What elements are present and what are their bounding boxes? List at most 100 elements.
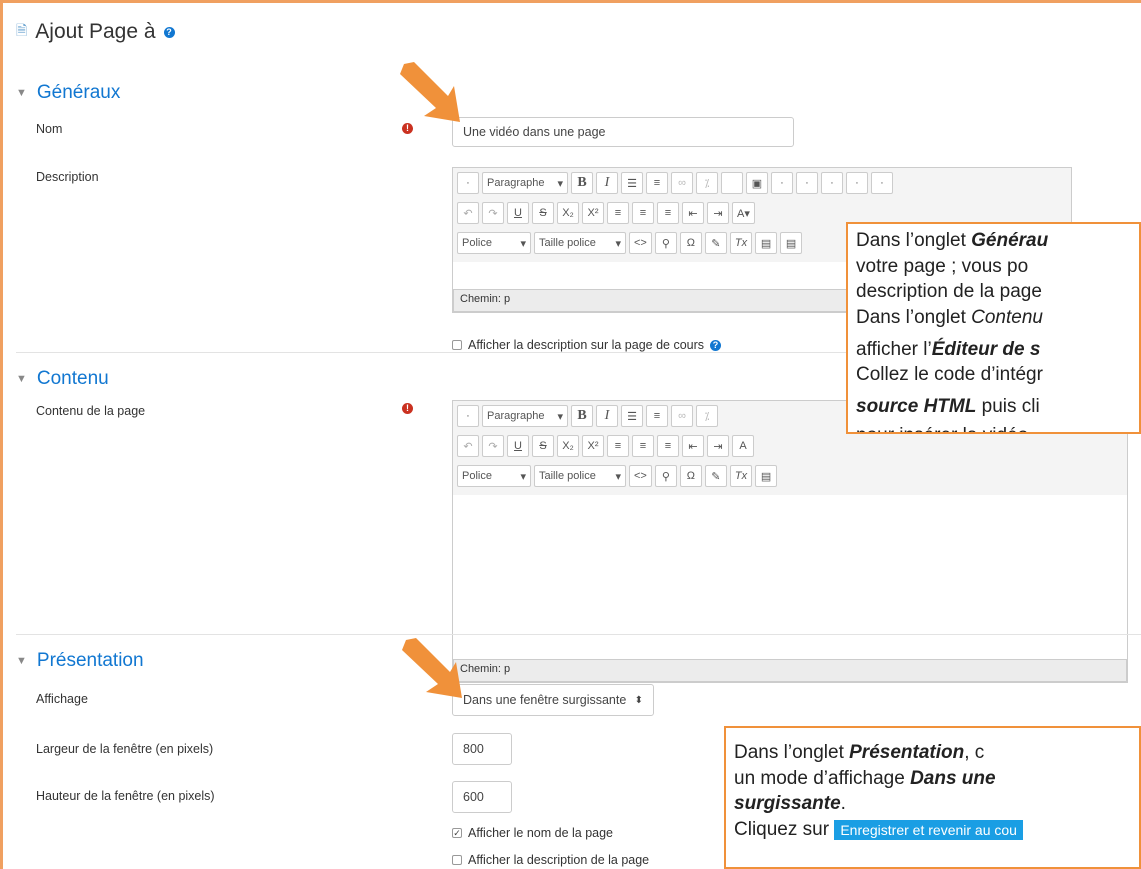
bold-button[interactable]: B xyxy=(571,172,593,194)
toolbar-button[interactable]: · xyxy=(821,172,843,194)
numbered-list-button[interactable]: ≡ xyxy=(646,405,668,427)
section-content-toggle[interactable]: ▼ Contenu xyxy=(16,368,109,390)
numbered-list-button[interactable]: ≡ xyxy=(646,172,668,194)
pointer-arrow-icon xyxy=(402,638,462,698)
font-size-select[interactable]: Taille police ▾ xyxy=(534,465,626,487)
width-input[interactable]: 800 xyxy=(452,733,512,765)
width-label: Largeur de la fenêtre (en pixels) xyxy=(36,742,214,756)
callout-text: afficher l’ xyxy=(856,338,932,360)
select-arrows-icon: ⬍ xyxy=(634,694,643,706)
show-description-checkbox-row[interactable]: Afficher la description sur la page de c… xyxy=(452,338,722,352)
toolbar-button[interactable]: · xyxy=(796,172,818,194)
align-left-icon[interactable]: ≡ xyxy=(607,435,629,457)
paragraph-select[interactable]: Paragraphe ▾ xyxy=(482,405,568,427)
content-text-area[interactable] xyxy=(453,495,1127,660)
callout-text: Collez le code d’intégr xyxy=(856,364,1043,386)
paste-icon[interactable]: ▤ xyxy=(755,465,778,487)
empty-button[interactable] xyxy=(721,172,743,194)
unlink-icon[interactable]: ⁒ xyxy=(696,405,718,427)
align-left-icon[interactable]: ≡ xyxy=(607,202,629,224)
redo-icon[interactable]: ↷ xyxy=(482,435,504,457)
char-map-icon[interactable]: Ω xyxy=(679,232,702,254)
html-source-button[interactable]: <> xyxy=(629,465,652,487)
align-center-icon[interactable]: ≡ xyxy=(632,202,654,224)
collapse-toolbar-button[interactable]: · xyxy=(457,172,479,194)
callout-text: pour insérer la vidéo. xyxy=(856,423,1139,432)
help-icon[interactable]: ? xyxy=(163,26,175,38)
text-color-button[interactable]: A▾ xyxy=(732,202,755,224)
show-name-checkbox[interactable]: ✓ xyxy=(452,828,462,838)
callout-text: Cliquez sur xyxy=(734,818,835,840)
superscript-button[interactable]: X² xyxy=(582,435,604,457)
page-heading: 🗎 Ajout Page à ? xyxy=(16,20,175,44)
height-input[interactable]: 600 xyxy=(452,781,512,813)
callout-emphasis: Dans une xyxy=(910,767,996,789)
section-presentation-toggle[interactable]: ▼ Présentation xyxy=(16,650,144,672)
show-page-description-checkbox-row[interactable]: Afficher la description de la page xyxy=(452,853,649,867)
unlink-icon[interactable]: ⁒ xyxy=(696,172,718,194)
clear-formatting-icon[interactable]: Tx xyxy=(729,465,753,487)
show-name-checkbox-row[interactable]: ✓ Afficher le nom de la page xyxy=(452,826,613,840)
clear-formatting-icon[interactable]: Tx xyxy=(729,232,753,254)
required-icon: ! xyxy=(402,403,413,414)
redo-icon[interactable]: ↷ xyxy=(482,202,504,224)
strikethrough-button[interactable]: S xyxy=(532,435,554,457)
paste-icon[interactable]: ▤ xyxy=(755,232,778,254)
clean-html-icon[interactable]: ✎ xyxy=(704,232,727,254)
undo-icon[interactable]: ↶ xyxy=(457,202,479,224)
collapse-triangle-icon: ▼ xyxy=(16,87,27,99)
underline-button[interactable]: U xyxy=(507,202,529,224)
font-select[interactable]: Police ▾ xyxy=(457,465,531,487)
strikethrough-button[interactable]: S xyxy=(532,202,554,224)
show-description-checkbox[interactable] xyxy=(452,340,462,350)
bullet-list-button[interactable]: ☰ xyxy=(621,405,643,427)
font-select[interactable]: Police ▾ xyxy=(457,232,531,254)
subscript-button[interactable]: X₂ xyxy=(557,435,579,457)
outdent-icon[interactable]: ⇤ xyxy=(682,435,704,457)
undo-icon[interactable]: ↶ xyxy=(457,435,479,457)
collapse-toolbar-button[interactable]: · xyxy=(457,405,479,427)
subscript-button[interactable]: X₂ xyxy=(557,202,579,224)
display-select[interactable]: Dans une fenêtre surgissante ⬍ xyxy=(452,684,654,716)
italic-button[interactable]: I xyxy=(596,405,618,427)
toolbar-button[interactable]: · xyxy=(846,172,868,194)
callout-text: Dans l’onglet xyxy=(734,742,850,763)
content-path-bar: Chemin: p xyxy=(453,659,1127,682)
paragraph-select[interactable]: Paragraphe ▾ xyxy=(482,172,568,194)
help-icon[interactable]: ? xyxy=(710,339,722,351)
find-replace-icon[interactable]: ⚲ xyxy=(654,232,677,254)
image-icon[interactable]: ▣ xyxy=(746,172,768,194)
find-replace-icon[interactable]: ⚲ xyxy=(654,465,677,487)
name-input[interactable]: Une vidéo dans une page xyxy=(452,117,794,147)
bold-button[interactable]: B xyxy=(571,405,593,427)
show-page-description-checkbox[interactable] xyxy=(452,855,462,865)
callout-text: votre page ; vous po xyxy=(856,255,1029,277)
page-title: Ajout Page à xyxy=(35,20,156,43)
indent-icon[interactable]: ⇥ xyxy=(707,435,729,457)
toolbar-button[interactable]: · xyxy=(871,172,893,194)
italic-button[interactable]: I xyxy=(596,172,618,194)
html-source-button[interactable]: <> xyxy=(629,232,652,254)
clean-html-icon[interactable]: ✎ xyxy=(704,465,727,487)
align-right-icon[interactable]: ≡ xyxy=(657,202,679,224)
font-size-select[interactable]: Taille police ▾ xyxy=(534,232,626,254)
paste-word-icon[interactable]: ▤ xyxy=(780,232,803,254)
callout-text: . xyxy=(840,793,846,815)
pointer-arrow-icon xyxy=(400,62,460,122)
link-icon[interactable]: ∞ xyxy=(671,405,693,427)
align-right-icon[interactable]: ≡ xyxy=(657,435,679,457)
font-size-label: Taille police xyxy=(539,237,596,249)
media-button[interactable]: · xyxy=(771,172,793,194)
superscript-button[interactable]: X² xyxy=(582,202,604,224)
section-title: Contenu xyxy=(36,368,109,389)
outdent-icon[interactable]: ⇤ xyxy=(682,202,704,224)
text-color-button[interactable]: A xyxy=(732,435,754,457)
indent-icon[interactable]: ⇥ xyxy=(707,202,729,224)
align-center-icon[interactable]: ≡ xyxy=(632,435,654,457)
underline-button[interactable]: U xyxy=(507,435,529,457)
section-title: Généraux xyxy=(36,82,121,103)
link-icon[interactable]: ∞ xyxy=(671,172,693,194)
char-map-icon[interactable]: Ω xyxy=(679,465,702,487)
section-general-toggle[interactable]: ▼ Généraux xyxy=(16,82,120,104)
bullet-list-button[interactable]: ☰ xyxy=(621,172,643,194)
